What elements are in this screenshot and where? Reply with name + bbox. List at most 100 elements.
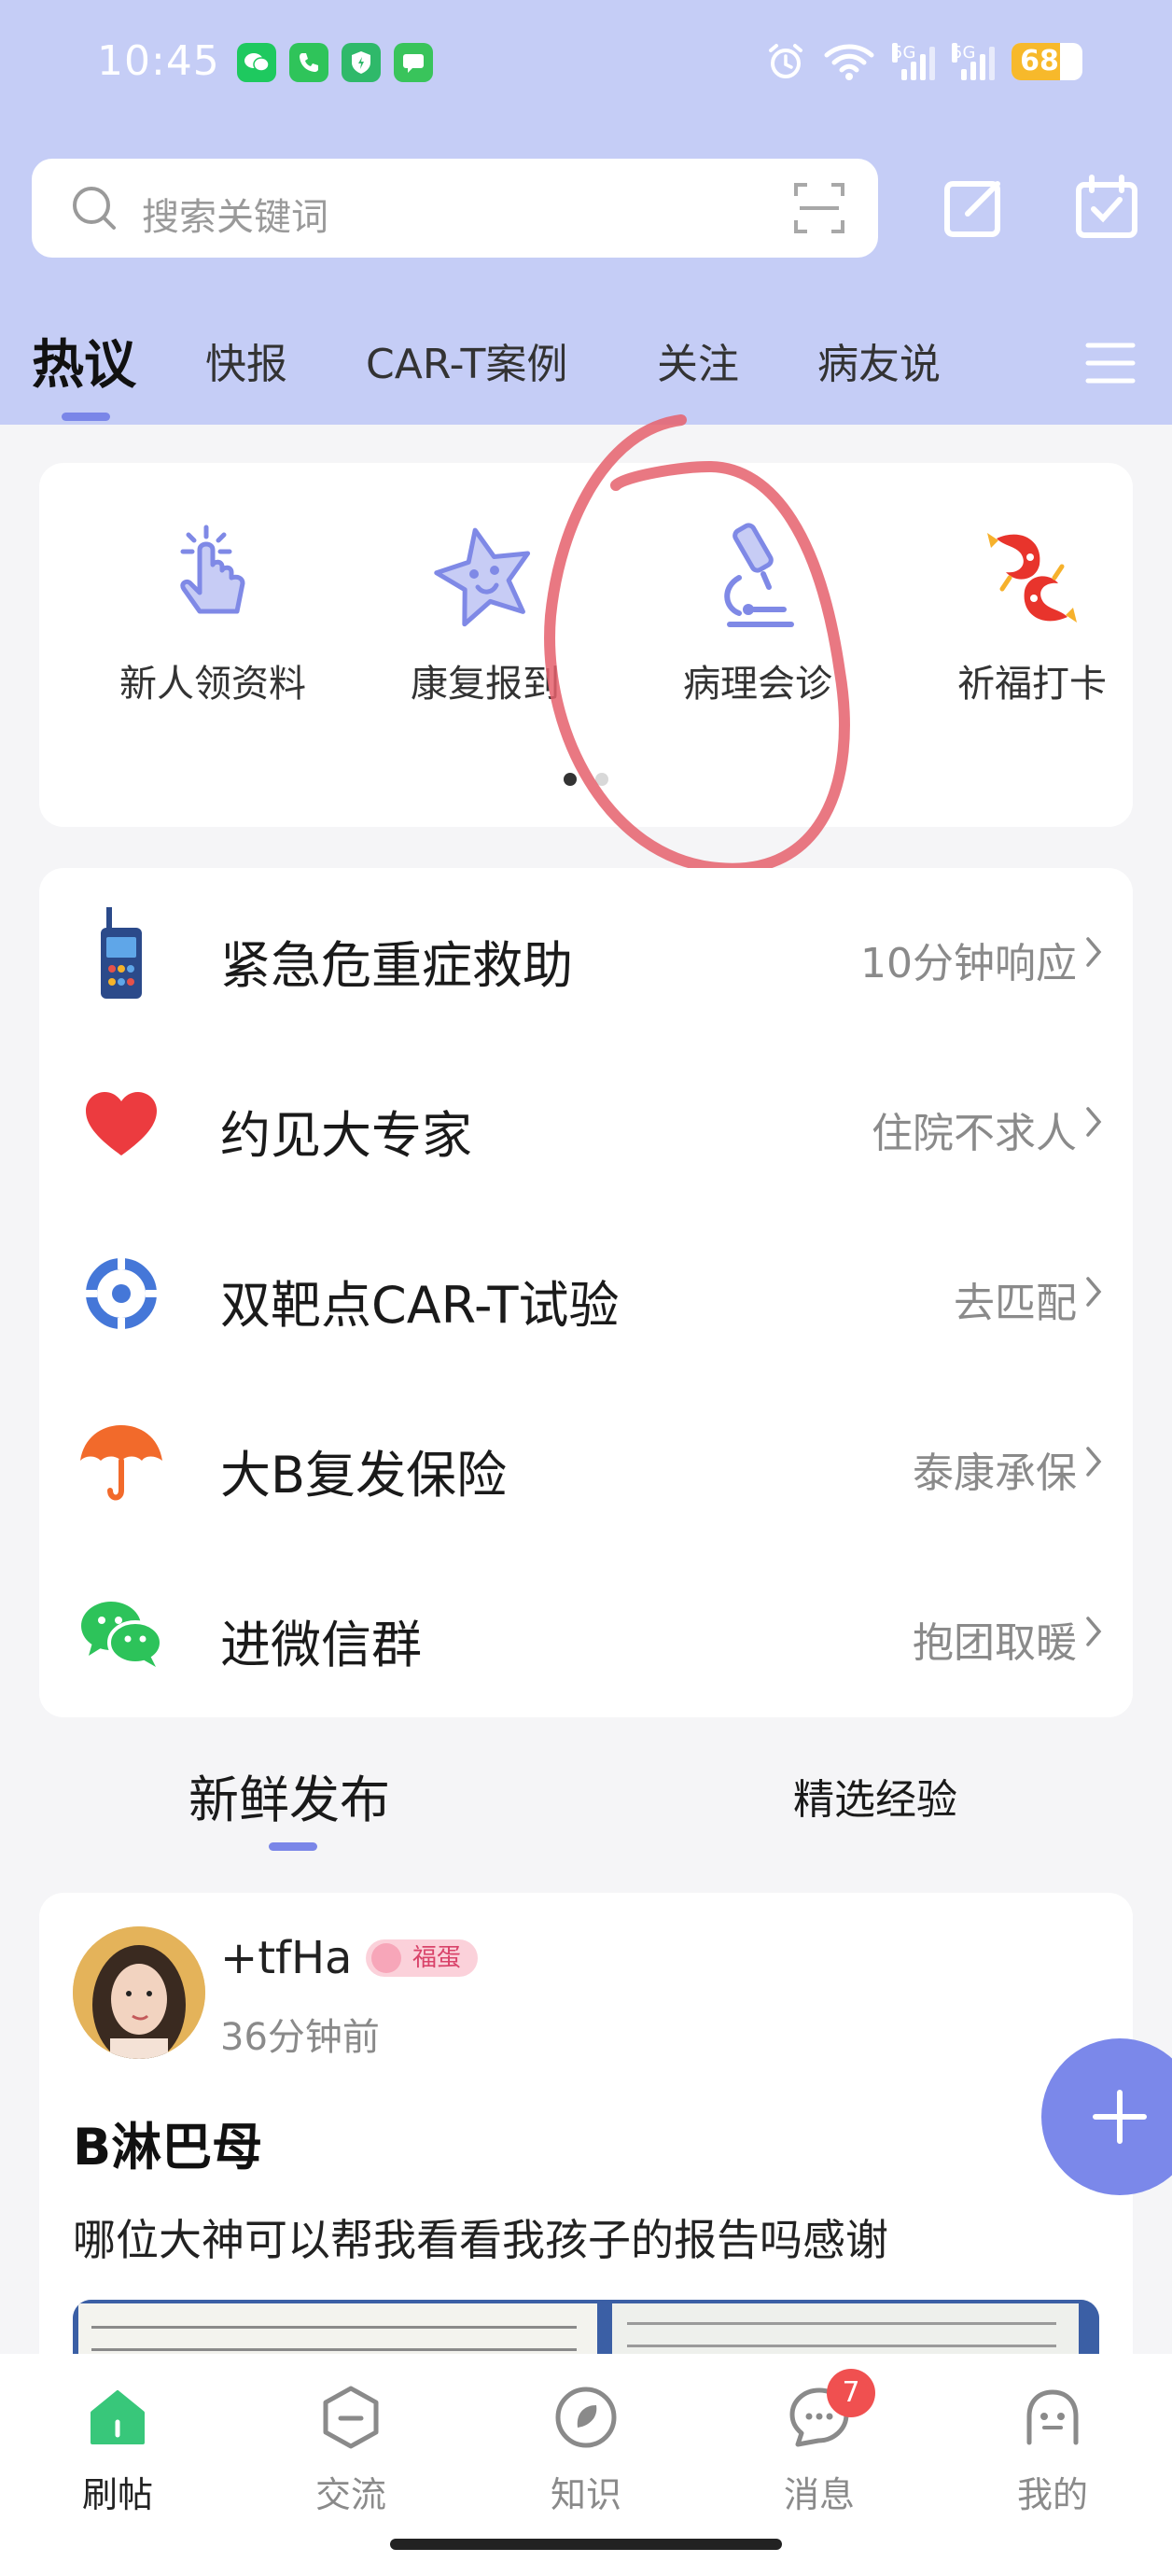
umbrella-icon	[80, 1425, 162, 1501]
page-dot	[595, 773, 608, 786]
nav-profile[interactable]: 我的	[978, 2382, 1127, 2517]
battery-percent: 68	[1020, 45, 1059, 77]
status-time: 10:45	[97, 37, 220, 85]
wechat-icon	[81, 1602, 163, 1667]
quick-entry-label: 病理会诊	[683, 663, 832, 706]
nav-home[interactable]: 刷帖	[43, 2382, 192, 2517]
page-dot-active	[564, 773, 577, 786]
service-hint: 抱团取暖	[913, 1619, 1077, 1667]
search-icon	[73, 187, 116, 230]
knowledge-icon	[555, 2387, 617, 2448]
message-notification-icon	[394, 43, 433, 82]
signal-icon: 5G	[952, 43, 995, 80]
wifi-icon	[824, 44, 874, 80]
signal-icon: 5G	[892, 43, 935, 80]
post-username[interactable]: +tfHa	[220, 1932, 352, 1984]
nav-messages[interactable]: 7 消息	[745, 2369, 894, 2517]
quick-entry-recovery[interactable]: 康复报到	[373, 517, 597, 707]
user-badge: 福蛋	[366, 1939, 479, 1977]
target-icon	[84, 1256, 159, 1331]
koi-fish-icon	[987, 533, 1077, 623]
nav-label: 刷帖	[81, 2474, 153, 2515]
service-row-experts[interactable]: 约见大专家 住院不求人	[39, 1038, 1133, 1208]
user-badge-label: 福蛋	[412, 1944, 462, 1972]
nav-exchange[interactable]: 交流	[276, 2382, 426, 2517]
nav-label: 我的	[1016, 2474, 1088, 2515]
nav-label: 知识	[550, 2474, 621, 2515]
chevron-right-icon	[1086, 1447, 1102, 1477]
status-right: 5G 5G 68	[765, 41, 1082, 82]
tab-news[interactable]: 快报	[205, 330, 287, 390]
service-hint: 10分钟响应	[860, 940, 1077, 987]
heart-icon	[86, 1092, 157, 1155]
home-icon	[91, 2390, 145, 2444]
service-row-insurance[interactable]: 大B复发保险 泰康承保	[39, 1378, 1133, 1547]
search-placeholder: 搜索关键词	[142, 196, 328, 239]
phone-notification-icon	[289, 43, 328, 82]
plus-icon	[1093, 2090, 1147, 2144]
post-body: 哪位大神可以帮我看看我孩子的报告吗感谢	[73, 2215, 888, 2265]
tab-following[interactable]: 关注	[657, 330, 739, 390]
header: 10:45 5G 5G 68 搜索关键词 热议 快报 CAR-T案例 关注 病友…	[0, 0, 1172, 425]
nav-label: 交流	[314, 2474, 386, 2515]
home-indicator	[390, 2539, 782, 2550]
quick-entry-label: 祈福打卡	[957, 663, 1107, 706]
notification-icons	[237, 43, 433, 82]
tab-indicator	[62, 413, 110, 421]
feed-tab-fresh[interactable]: 新鲜发布	[188, 1758, 390, 1832]
service-title: 双靶点CAR-T试验	[220, 1276, 620, 1335]
chevron-right-icon	[1086, 937, 1102, 967]
calendar-check-icon	[1076, 175, 1137, 238]
nav-knowledge[interactable]: 知识	[511, 2382, 661, 2517]
quick-entry-label: 康复报到	[411, 663, 560, 706]
chevron-right-icon	[1086, 1107, 1102, 1137]
compose-button[interactable]	[937, 170, 1012, 245]
profile-icon	[1026, 2389, 1079, 2445]
tab-patients-say[interactable]: 病友说	[817, 330, 941, 390]
wechat-notification-icon	[237, 43, 276, 82]
avatar[interactable]	[73, 1926, 205, 2059]
service-hint: 去匹配	[954, 1280, 1077, 1327]
chevron-right-icon	[1086, 1277, 1102, 1307]
service-row-emergency[interactable]: 紧急危重症救助 10分钟响应	[39, 868, 1133, 1038]
star-face-icon	[434, 527, 531, 627]
chat-hex-icon	[323, 2386, 379, 2449]
unread-badge: 7	[827, 2369, 875, 2417]
service-row-cart-trial[interactable]: 双靶点CAR-T试验 去匹配	[39, 1208, 1133, 1378]
service-hint: 住院不求人	[872, 1110, 1077, 1157]
quick-entry-label: 新人领资料	[119, 663, 306, 706]
calendar-checkin-button[interactable]	[1069, 170, 1144, 245]
scan-icon[interactable]	[792, 181, 846, 235]
post-title: B淋巴母	[73, 2118, 263, 2177]
security-notification-icon	[342, 43, 381, 82]
tap-hand-icon	[180, 525, 245, 614]
chevron-right-icon	[1086, 1617, 1102, 1646]
walkie-talkie-icon	[101, 907, 142, 999]
service-row-wechat-group[interactable]: 进微信群 抱团取暖	[39, 1547, 1133, 1717]
tab-hot[interactable]: 热议	[32, 323, 136, 399]
feed-tab-indicator	[269, 1842, 317, 1851]
feed-tab-featured[interactable]: 精选经验	[793, 1766, 957, 1826]
microscope-icon	[724, 523, 794, 627]
nav-label: 消息	[783, 2474, 855, 2515]
search-bar[interactable]: 搜索关键词	[32, 159, 878, 258]
status-bar: 10:45 5G 5G 68	[0, 0, 1172, 131]
service-title: 约见大专家	[220, 1106, 472, 1165]
service-title: 进微信群	[220, 1616, 422, 1674]
page-indicator	[564, 773, 608, 786]
alarm-icon	[769, 44, 802, 78]
top-tabs: 热议 快报 CAR-T案例 关注 病友说	[0, 317, 1172, 421]
quick-entries-card: 新人领资料 康复报到 病理会诊 祈福打卡	[39, 463, 1133, 827]
quick-entry-blessing[interactable]: 祈福打卡	[920, 517, 1144, 707]
quick-entry-newcomer[interactable]: 新人领资料	[101, 517, 325, 707]
tab-cart-cases[interactable]: CAR-T案例	[366, 330, 567, 390]
post-time: 36分钟前	[220, 2016, 380, 2059]
menu-icon[interactable]	[1084, 340, 1137, 386]
service-hint: 泰康承保	[913, 1449, 1077, 1497]
quick-entry-pathology[interactable]: 病理会诊	[646, 517, 870, 707]
egg-icon	[371, 1943, 401, 1973]
service-title: 大B复发保险	[220, 1446, 508, 1505]
services-card: 紧急危重症救助 10分钟响应 约见大专家 住院不求人 双靶点CAR-T试验 去匹…	[39, 868, 1133, 1717]
battery-icon: 68	[1012, 43, 1082, 80]
edit-icon	[944, 181, 1000, 237]
